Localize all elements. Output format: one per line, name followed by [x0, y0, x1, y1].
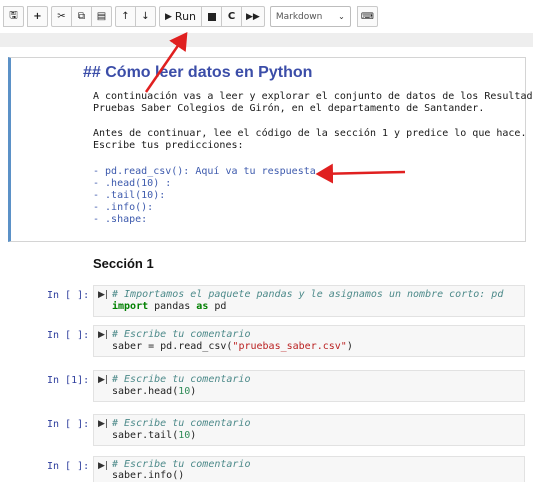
notebook-toolbar: 🖫 + ✂ ⧉ ▤ ↑ ↓ ▶ Run C ▶▶ Markdown ⌄ ⌨: [0, 0, 533, 33]
restart-run-all-button[interactable]: ▶▶: [241, 6, 265, 27]
prediction-item: - .head(10) :: [93, 178, 172, 189]
fast-forward-icon: ▶▶: [246, 11, 260, 22]
insert-group: +: [27, 6, 48, 27]
run-group: ▶ Run C ▶▶: [159, 6, 265, 27]
code-text: saber.tail(: [112, 430, 179, 441]
code-comment: # Importamos el paquete pandas y le asig…: [112, 289, 504, 300]
intro-line-2: Pruebas Saber Colegios de Girón, en el d…: [93, 103, 485, 114]
section-heading: Sección 1: [93, 256, 154, 271]
arrow-down-icon: ↓: [141, 11, 150, 22]
cell-prompt: In [ ]:: [47, 419, 90, 430]
palette-group: ⌨: [356, 6, 378, 27]
cell-prompt: In [ ]:: [47, 330, 90, 341]
code-text: pandas: [148, 301, 197, 312]
run-cell-icon[interactable]: ▶|: [98, 419, 108, 429]
number-literal: 10: [178, 386, 191, 397]
restart-button[interactable]: C: [221, 6, 243, 27]
command-palette-button[interactable]: ⌨: [356, 6, 378, 27]
copy-icon: ⧉: [77, 11, 86, 22]
instruction-line-2: Escribe tus predicciones:: [93, 140, 244, 151]
keyboard-icon: ⌨: [360, 11, 374, 22]
instruction-line-1: Antes de continuar, lee el código de la …: [93, 128, 527, 139]
stop-icon: [207, 12, 216, 21]
code-statement: saber.head(10): [112, 386, 196, 398]
cell-prompt: In [ ]:: [47, 461, 90, 472]
scissors-icon: ✂: [57, 11, 66, 22]
restart-icon: C: [227, 11, 236, 22]
code-comment: # Escribe tu comentario: [112, 329, 251, 340]
save-group: 🖫: [3, 6, 24, 27]
code-text: saber.head(: [112, 386, 179, 397]
markdown-title: ## Cómo leer datos en Python: [83, 64, 313, 81]
cell-prompt: In [ ]:: [47, 290, 90, 301]
keyword: as: [196, 301, 209, 312]
code-text: ): [190, 430, 197, 441]
cell-prompt: In [1]:: [47, 375, 90, 386]
save-icon: 🖫: [9, 10, 18, 21]
interrupt-button[interactable]: [201, 6, 223, 27]
edit-group: ✂ ⧉ ▤: [51, 6, 112, 27]
paste-button[interactable]: ▤: [91, 6, 112, 27]
code-text: saber = pd.read_csv(: [112, 341, 233, 352]
chevron-down-icon: ⌄: [338, 12, 345, 21]
code-statement: saber.info(): [112, 470, 185, 481]
plus-icon: +: [33, 11, 42, 22]
move-up-button[interactable]: ↑: [115, 6, 136, 27]
move-group: ↑ ↓: [115, 6, 156, 27]
insert-cell-button[interactable]: +: [27, 6, 48, 27]
prediction-item: - .tail(10):: [93, 190, 166, 201]
toolbar-divider: [0, 33, 533, 47]
run-cell-icon[interactable]: ▶|: [98, 375, 108, 385]
run-cell-icon[interactable]: ▶|: [98, 461, 108, 471]
cut-button[interactable]: ✂: [51, 6, 72, 27]
paste-icon: ▤: [96, 11, 107, 22]
play-icon: ▶: [165, 11, 172, 22]
save-button[interactable]: 🖫: [3, 6, 24, 27]
move-down-button[interactable]: ↓: [135, 6, 156, 27]
markdown-cell[interactable]: [8, 57, 526, 242]
prediction-item: - pd.read_csv(): Aquí va tu respuesta: [93, 166, 316, 177]
code-statement: import pandas as pd: [112, 301, 226, 313]
run-button[interactable]: ▶ Run: [159, 6, 203, 27]
code-comment: # Escribe tu comentario: [112, 418, 251, 429]
keyword: import: [112, 301, 149, 312]
arrow-up-icon: ↑: [121, 11, 130, 22]
run-cell-icon[interactable]: ▶|: [98, 290, 108, 300]
prediction-item: - .shape:: [93, 214, 148, 225]
prediction-item: - .info():: [93, 202, 154, 213]
code-statement: saber = pd.read_csv("pruebas_saber.csv"): [112, 341, 353, 353]
number-literal: 10: [178, 430, 191, 441]
cell-type-value: Markdown: [275, 11, 323, 22]
code-statement: saber.tail(10): [112, 430, 196, 442]
code-text: pd: [208, 301, 227, 312]
code-comment: # Escribe tu comentario: [112, 374, 251, 385]
intro-line-1: A continuación vas a leer y explorar el …: [93, 91, 533, 102]
code-text: ): [190, 386, 197, 397]
cell-type-select[interactable]: Markdown ⌄: [269, 6, 351, 27]
string-literal: "pruebas_saber.csv": [232, 341, 347, 352]
run-label: Run: [174, 10, 197, 23]
copy-button[interactable]: ⧉: [71, 6, 92, 27]
run-cell-icon[interactable]: ▶|: [98, 330, 108, 340]
code-text: ): [346, 341, 353, 352]
